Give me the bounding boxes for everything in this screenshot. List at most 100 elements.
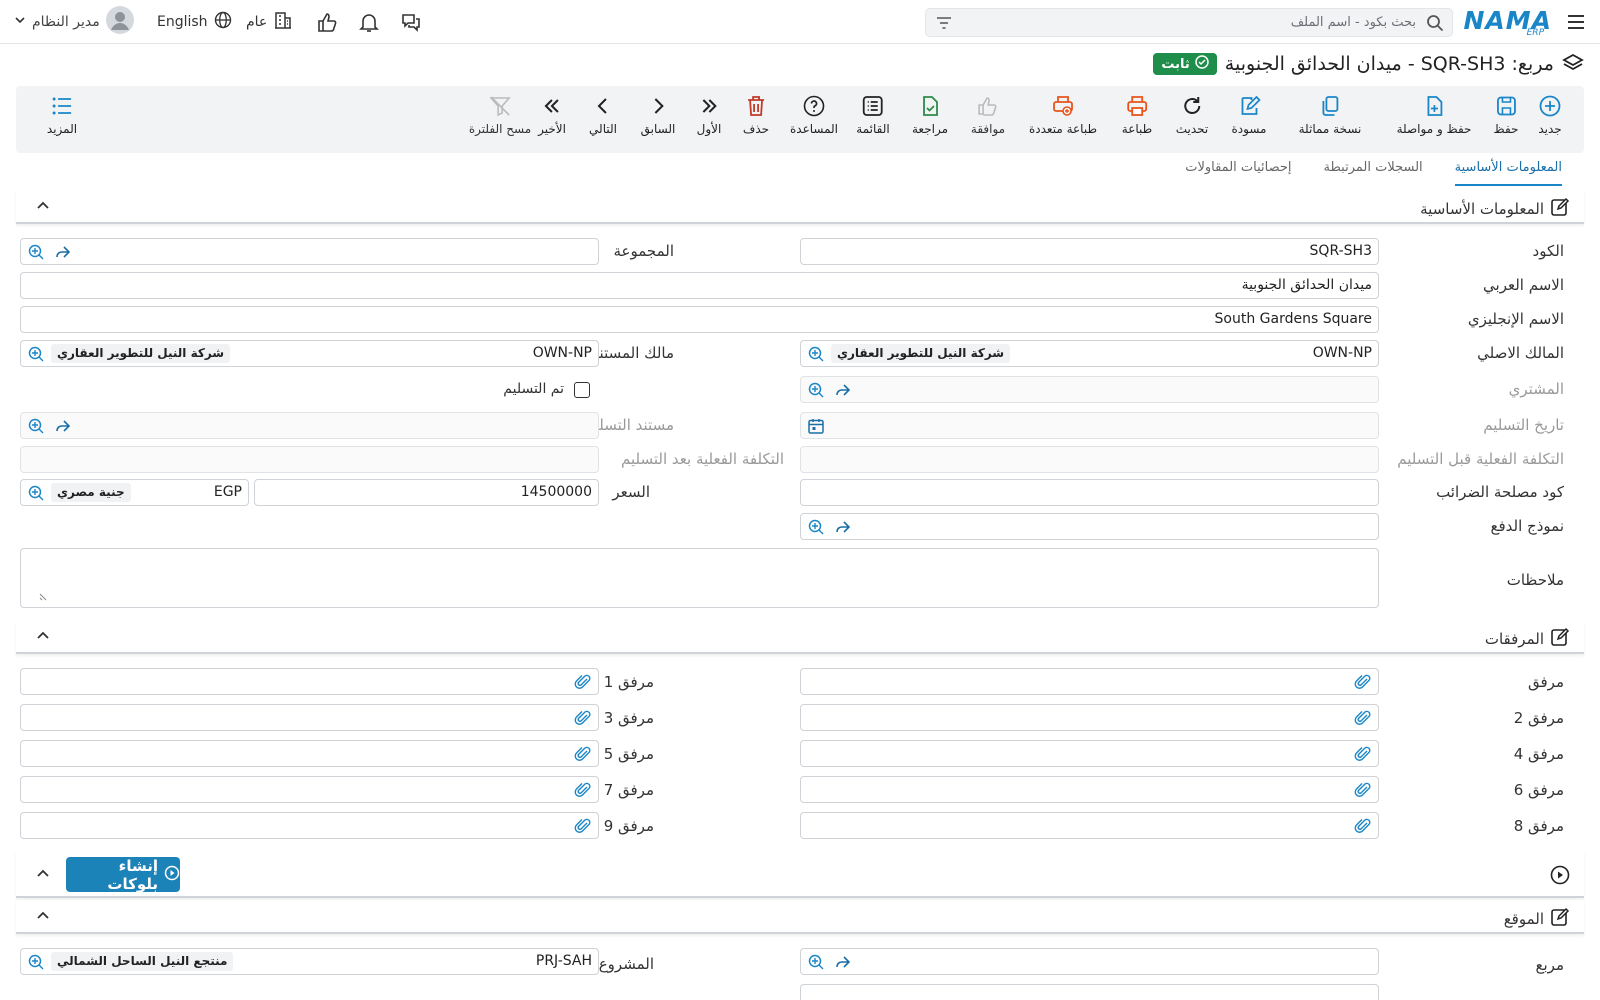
share-arrow-icon[interactable] <box>54 243 72 261</box>
search-plus-icon[interactable] <box>807 518 825 536</box>
search-plus-icon[interactable] <box>27 243 45 261</box>
currency-field[interactable]: EGP جنية مصري <box>20 479 249 506</box>
attachment-9-field[interactable] <box>20 812 599 839</box>
search-plus-icon[interactable] <box>27 345 45 363</box>
payment-model-field[interactable] <box>800 513 1379 540</box>
tax-code-field[interactable] <box>800 479 1379 506</box>
attachment-8-field[interactable] <box>800 812 1379 839</box>
search-plus-icon[interactable] <box>27 417 45 435</box>
share-arrow-icon[interactable] <box>834 953 852 971</box>
clear-filter-button[interactable]: مسح الفلترة <box>469 94 531 146</box>
last-button[interactable]: الأخير <box>538 94 566 146</box>
search-plus-icon[interactable] <box>807 953 825 971</box>
price-field[interactable]: 14500000 <box>254 479 599 506</box>
chevron-up-icon[interactable] <box>36 909 50 923</box>
duplicate-button[interactable]: نسخة مماثلة <box>1299 94 1361 146</box>
paperclip-icon[interactable] <box>574 781 592 799</box>
logo[interactable]: NAMA ERP <box>1464 6 1552 38</box>
attachment-4-field[interactable] <box>800 740 1379 767</box>
tab-contracting-stats[interactable]: إحصائيات المقاولات <box>1185 160 1291 186</box>
share-arrow-icon[interactable] <box>834 381 852 399</box>
search-icon[interactable] <box>1426 14 1444 36</box>
chevron-up-icon[interactable] <box>36 867 50 885</box>
cost-after-field[interactable] <box>20 446 599 473</box>
delivery-date-field[interactable] <box>800 412 1379 439</box>
refresh-button[interactable]: تحديث <box>1176 94 1208 146</box>
filter-icon[interactable] <box>936 15 952 35</box>
project-field[interactable]: PRJ-SAH منتجع النيل الساحل الشمالي <box>20 948 599 975</box>
more-button[interactable]: المزيد <box>47 94 77 146</box>
previous-button[interactable]: السابق <box>641 94 675 146</box>
search-plus-icon[interactable] <box>807 345 825 363</box>
section-title: الموقع <box>1503 910 1544 928</box>
branch-selector[interactable]: عام <box>246 0 293 44</box>
bell-icon[interactable] <box>358 0 380 44</box>
section-location[interactable]: الموقع <box>16 900 1584 934</box>
chevron-up-icon[interactable] <box>36 199 50 213</box>
section-attachments[interactable]: المرفقات <box>16 620 1584 654</box>
create-blocks-button[interactable]: إنشاء بلوكات <box>66 857 180 893</box>
attachment-2-field[interactable] <box>800 704 1379 731</box>
square-field[interactable] <box>800 948 1379 975</box>
paperclip-icon[interactable] <box>574 673 592 691</box>
paperclip-icon[interactable] <box>1354 673 1372 691</box>
search-plus-icon[interactable] <box>807 381 825 399</box>
resize-handle-icon[interactable] <box>39 589 49 605</box>
delivered-checkbox[interactable] <box>574 382 590 398</box>
attachment-6-field[interactable] <box>800 776 1379 803</box>
new-button[interactable]: جديد <box>1538 94 1562 146</box>
code-field[interactable]: SQR-SH3 <box>800 238 1379 265</box>
paperclip-icon[interactable] <box>1354 817 1372 835</box>
save-continue-button[interactable]: حفظ و مواصلة <box>1397 94 1471 146</box>
paperclip-icon[interactable] <box>574 745 592 763</box>
first-button[interactable]: الأول <box>697 94 721 146</box>
cost-before-field[interactable] <box>800 446 1379 473</box>
language-switch[interactable]: English <box>157 0 232 44</box>
buyer-field[interactable] <box>800 376 1379 403</box>
arabic-name-field[interactable]: ميدان الحدائق الجنوبية <box>20 272 1379 299</box>
share-arrow-icon[interactable] <box>834 518 852 536</box>
attachment-5-field[interactable] <box>20 740 599 767</box>
paperclip-icon[interactable] <box>1354 709 1372 727</box>
search-plus-icon[interactable] <box>27 953 45 971</box>
print-button[interactable]: طباعة <box>1122 94 1152 146</box>
doc-owner-field[interactable]: OWN-NP شركة النيل للتطوير العقاري <box>20 340 599 367</box>
attachment-7-field[interactable] <box>20 776 599 803</box>
list-button[interactable]: القائمة <box>856 94 890 146</box>
play-circle-icon[interactable] <box>1550 865 1570 889</box>
draft-button[interactable]: مسودة <box>1232 94 1266 146</box>
attachment-1-field[interactable] <box>20 668 599 695</box>
approve-button[interactable]: موافقة <box>971 94 1005 146</box>
paperclip-icon[interactable] <box>1354 745 1372 763</box>
next-button[interactable]: التالي <box>589 94 617 146</box>
attachment-field[interactable] <box>800 668 1379 695</box>
check-circle-icon <box>1195 55 1209 73</box>
save-button[interactable]: حفظ <box>1494 94 1518 146</box>
user-menu[interactable]: مدير النظام <box>14 0 134 44</box>
chevron-up-icon[interactable] <box>36 629 50 643</box>
delete-button[interactable]: حذف <box>743 94 769 146</box>
share-arrow-icon[interactable] <box>54 417 72 435</box>
search-input[interactable] <box>978 11 1418 34</box>
notes-textarea[interactable] <box>20 548 1379 608</box>
review-button[interactable]: مراجعة <box>912 94 948 146</box>
delivery-doc-field[interactable] <box>20 412 599 439</box>
help-button[interactable]: المساعدة <box>790 94 838 146</box>
paperclip-icon[interactable] <box>1354 781 1372 799</box>
tab-basic-info[interactable]: المعلومات الأساسية <box>1454 160 1562 186</box>
multi-print-button[interactable]: طباعة متعددة <box>1029 94 1097 146</box>
english-name-field[interactable]: South Gardens Square <box>20 306 1379 333</box>
messages-icon[interactable] <box>400 0 422 44</box>
attachment-3-field[interactable] <box>20 704 599 731</box>
calendar-icon[interactable] <box>807 417 825 435</box>
thumbs-up-icon[interactable] <box>316 0 338 44</box>
original-owner-field[interactable]: OWN-NP شركة النيل للتطوير العقاري <box>800 340 1379 367</box>
tab-related-records[interactable]: السجلات المرتبطة <box>1324 160 1423 186</box>
group-field[interactable] <box>20 238 599 265</box>
menu-icon[interactable] <box>1566 0 1586 44</box>
next-row-field[interactable] <box>800 984 1379 1000</box>
paperclip-icon[interactable] <box>574 817 592 835</box>
search-plus-icon[interactable] <box>27 484 45 502</box>
section-basic-info[interactable]: المعلومات الأساسية <box>16 190 1584 224</box>
paperclip-icon[interactable] <box>574 709 592 727</box>
